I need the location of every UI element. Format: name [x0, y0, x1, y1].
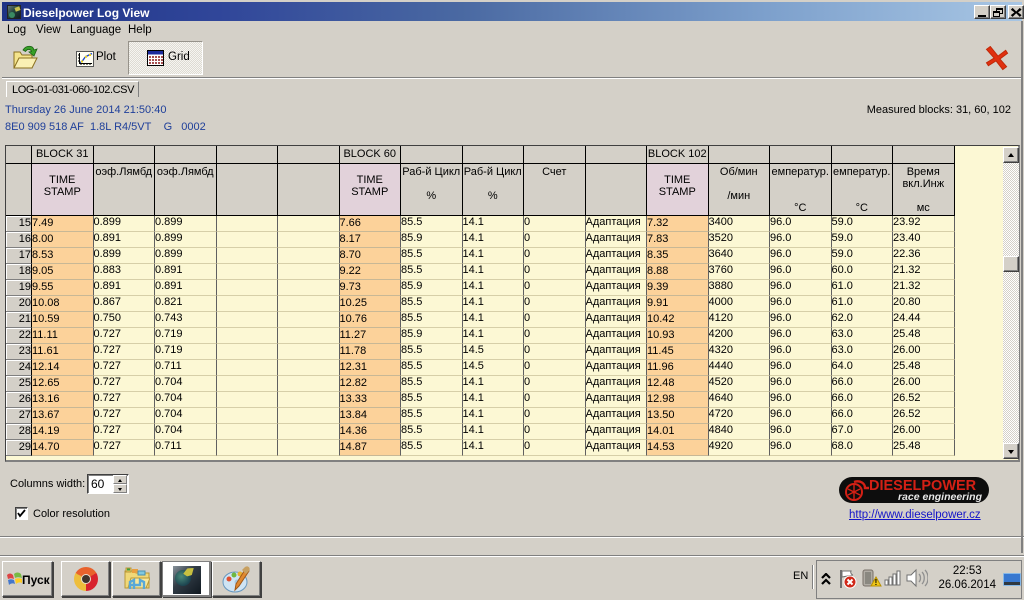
svg-text:!: ! [875, 578, 878, 587]
